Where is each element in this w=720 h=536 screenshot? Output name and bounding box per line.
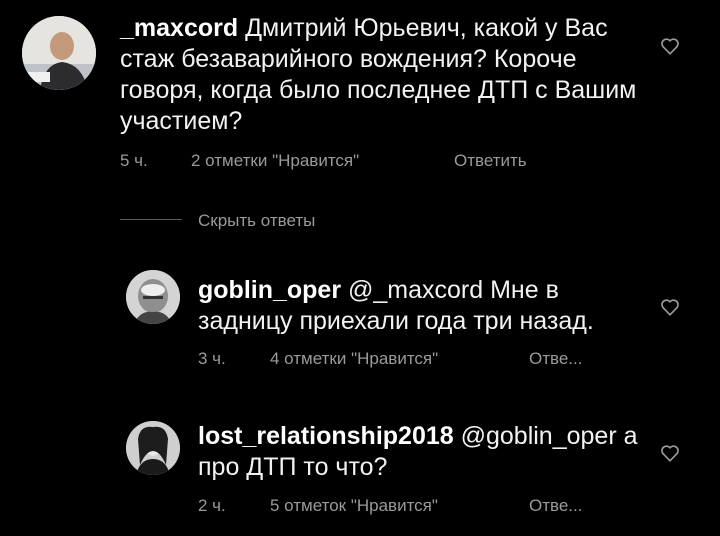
- heart-icon[interactable]: [659, 442, 681, 464]
- comment-likes[interactable]: 2 отметки "Нравится": [191, 151, 359, 171]
- heart-icon[interactable]: [659, 35, 681, 57]
- comment-meta: 5 ч. 2 отметки "Нравится" Ответить: [120, 151, 640, 173]
- avatar[interactable]: [22, 16, 96, 90]
- comment-username[interactable]: _maxcord: [120, 14, 238, 42]
- reply-time: 2 ч.: [198, 496, 226, 515]
- reply-meta: 2 ч. 5 отметок "Нравится" Отве...: [198, 496, 638, 518]
- comment-reply-button[interactable]: Ответить: [454, 151, 527, 171]
- reply-reply-button[interactable]: Отве...: [529, 349, 582, 369]
- reply-text: lost_relationship2018 @goblin_oper а про…: [198, 421, 648, 483]
- reply-likes[interactable]: 5 отметок "Нравится": [270, 496, 438, 516]
- avatar[interactable]: [126, 421, 180, 475]
- avatar[interactable]: [126, 270, 180, 324]
- hide-replies-button[interactable]: Скрыть ответы: [198, 211, 315, 231]
- reply-username[interactable]: goblin_oper: [198, 276, 341, 304]
- heart-icon[interactable]: [659, 296, 681, 318]
- reply-username[interactable]: lost_relationship2018: [198, 422, 454, 450]
- reply-time: 3 ч.: [198, 349, 226, 368]
- reply-reply-button[interactable]: Отве...: [529, 496, 582, 516]
- hide-replies-divider: [120, 219, 182, 220]
- reply-likes[interactable]: 4 отметки "Нравится": [270, 349, 438, 369]
- comment-text: _maxcord Дмитрий Юрьевич, какой у Вас ст…: [120, 13, 640, 137]
- reply-text: goblin_oper @_maxcord Мне в задницу прие…: [198, 275, 648, 337]
- reply-meta: 3 ч. 4 отметки "Нравится" Отве...: [198, 349, 638, 371]
- comment-time: 5 ч.: [120, 151, 148, 170]
